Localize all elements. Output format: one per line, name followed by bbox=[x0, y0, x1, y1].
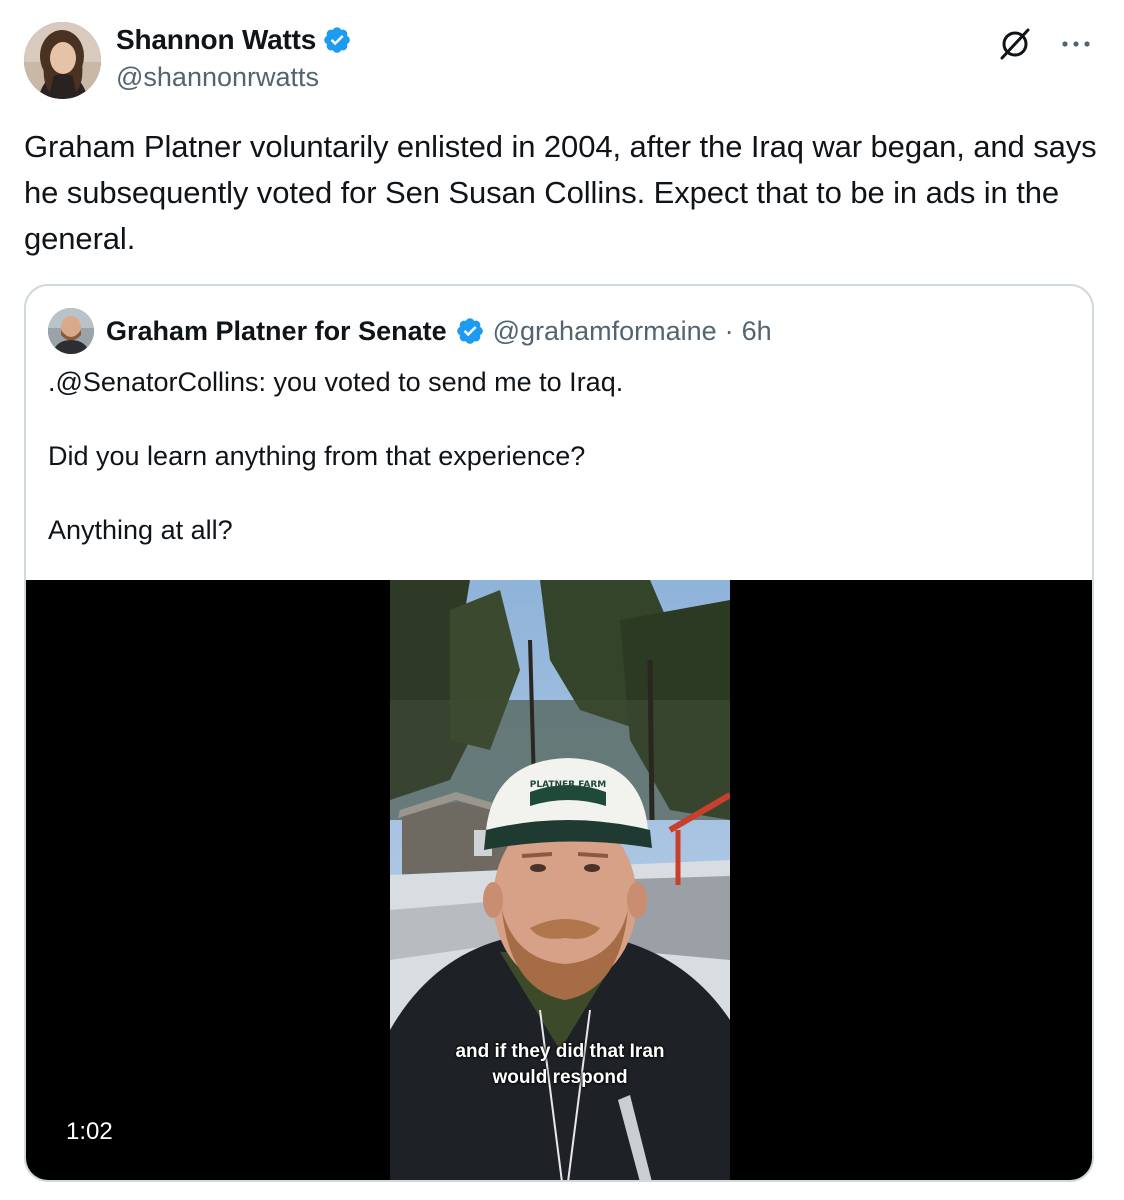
quoted-author-name[interactable]: Graham Platner for Senate bbox=[106, 316, 447, 347]
author-handle[interactable]: @shannonrwatts bbox=[116, 62, 319, 93]
grok-icon[interactable] bbox=[998, 27, 1032, 61]
quoted-post[interactable]: Graham Platner for Senate @grahamformain… bbox=[24, 284, 1094, 1182]
video-caption-line: would respond bbox=[492, 1067, 628, 1088]
quoted-separator: · bbox=[724, 315, 734, 346]
post-text: Graham Platner voluntarily enlisted in 2… bbox=[24, 129, 1097, 256]
quoted-author-handle[interactable]: @grahamformaine bbox=[493, 316, 717, 347]
video-duration: 1:02 bbox=[66, 1118, 113, 1145]
quoted-paragraph: Did you learn anything from that experie… bbox=[48, 441, 586, 471]
quoted-paragraph: Anything at all? bbox=[48, 515, 233, 545]
video-caption: and if they did that Iran would respond bbox=[390, 1039, 730, 1091]
video-frame: PLATNER FARM bbox=[390, 580, 730, 1180]
quoted-author-avatar[interactable] bbox=[48, 308, 94, 354]
header-actions bbox=[998, 26, 1094, 62]
video-caption-line: and if they did that Iran bbox=[455, 1041, 665, 1062]
video-player[interactable]: PLATNER FARM and if they did that Iran w… bbox=[26, 580, 1092, 1180]
author-name-row: Shannon Watts bbox=[116, 24, 352, 56]
video-thumbnail: PLATNER FARM bbox=[390, 580, 730, 1180]
quoted-post-header: Graham Platner for Senate @grahamformain… bbox=[48, 308, 772, 354]
verified-badge-icon bbox=[324, 27, 350, 53]
quoted-timestamp[interactable]: 6h bbox=[742, 316, 772, 347]
quoted-verified-badge-icon bbox=[456, 318, 483, 344]
cap-logo: PLATNER FARM bbox=[530, 780, 606, 790]
author-name[interactable]: Shannon Watts bbox=[116, 24, 316, 56]
quoted-author-avatar-image bbox=[48, 308, 94, 354]
author-avatar-image bbox=[24, 22, 101, 99]
more-options-icon[interactable] bbox=[1058, 26, 1094, 62]
quoted-paragraph: .@SenatorCollins: you voted to send me t… bbox=[48, 367, 624, 397]
post: Shannon Watts @shannonrwatts Graham Plat… bbox=[0, 0, 1124, 1200]
quoted-post-text: .@SenatorCollins: you voted to send me t… bbox=[48, 364, 1068, 586]
author-avatar[interactable] bbox=[24, 22, 101, 99]
